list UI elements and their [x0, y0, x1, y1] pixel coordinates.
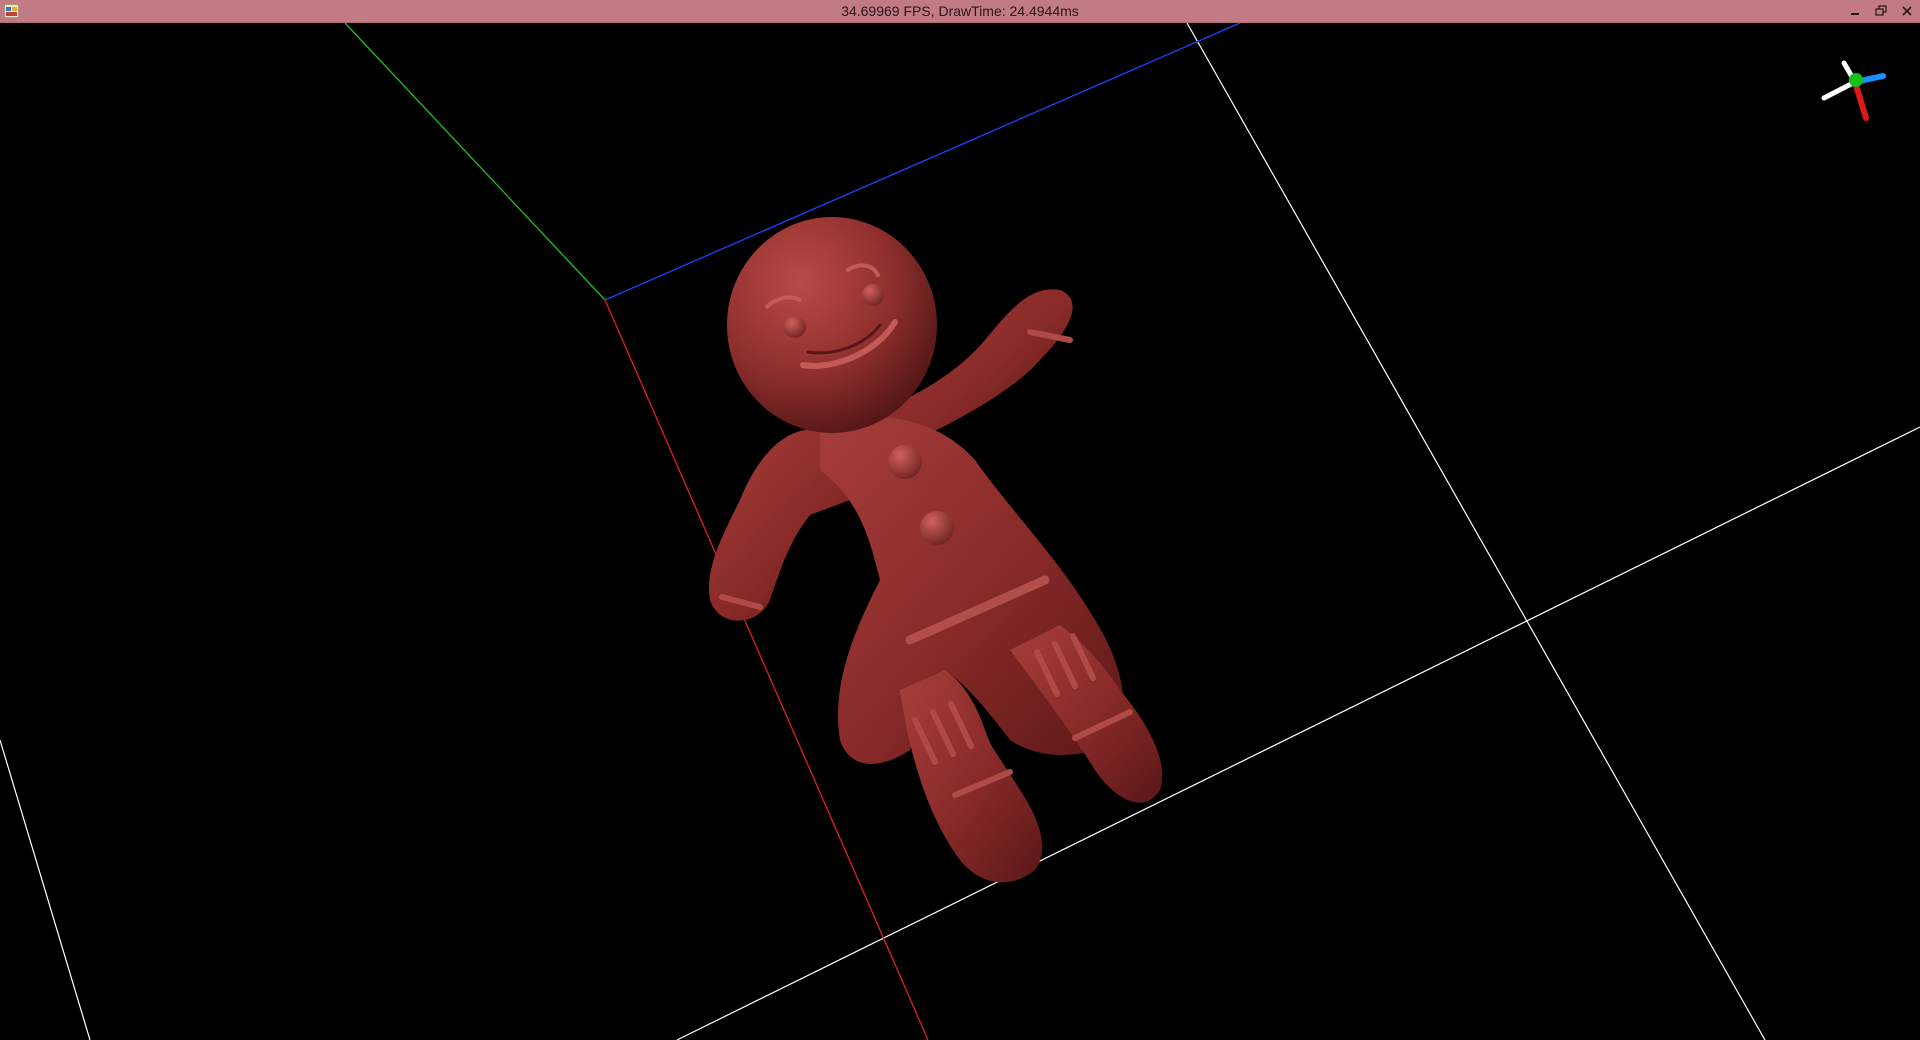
- scene-canvas[interactable]: [0, 23, 1920, 1040]
- model-head: [727, 217, 937, 433]
- close-button[interactable]: [1894, 0, 1920, 22]
- app-window: 34.69969 FPS, DrawTime: 24.4944ms: [0, 0, 1920, 1040]
- window-controls: [1842, 0, 1920, 22]
- z-axis-line: [604, 23, 1241, 301]
- model-button-bottom: [920, 511, 954, 545]
- 3d-viewport[interactable]: [0, 23, 1920, 1040]
- model-eye-left: [784, 316, 806, 338]
- grid-line: [1186, 23, 1766, 1040]
- grid-line: [0, 739, 91, 1040]
- gizmo-x-icon: [1852, 79, 1869, 121]
- minimize-button[interactable]: [1842, 0, 1868, 22]
- window-title: 34.69969 FPS, DrawTime: 24.4944ms: [841, 3, 1079, 19]
- model-button-top: [888, 445, 922, 479]
- gizmo-y-icon: [1849, 73, 1863, 87]
- gingerbread-model[interactable]: [709, 217, 1163, 883]
- model-eye-right: [862, 284, 884, 306]
- restore-button[interactable]: [1868, 0, 1894, 22]
- close-icon: [1902, 6, 1912, 16]
- minimize-icon: [1851, 13, 1859, 15]
- gizmo-neg-x-icon: [1821, 79, 1858, 101]
- orientation-gizmo-icon[interactable]: [1821, 60, 1886, 121]
- y-axis-line: [344, 23, 606, 301]
- title-bar[interactable]: 34.69969 FPS, DrawTime: 24.4944ms: [0, 0, 1920, 23]
- restore-icon: [1875, 5, 1887, 16]
